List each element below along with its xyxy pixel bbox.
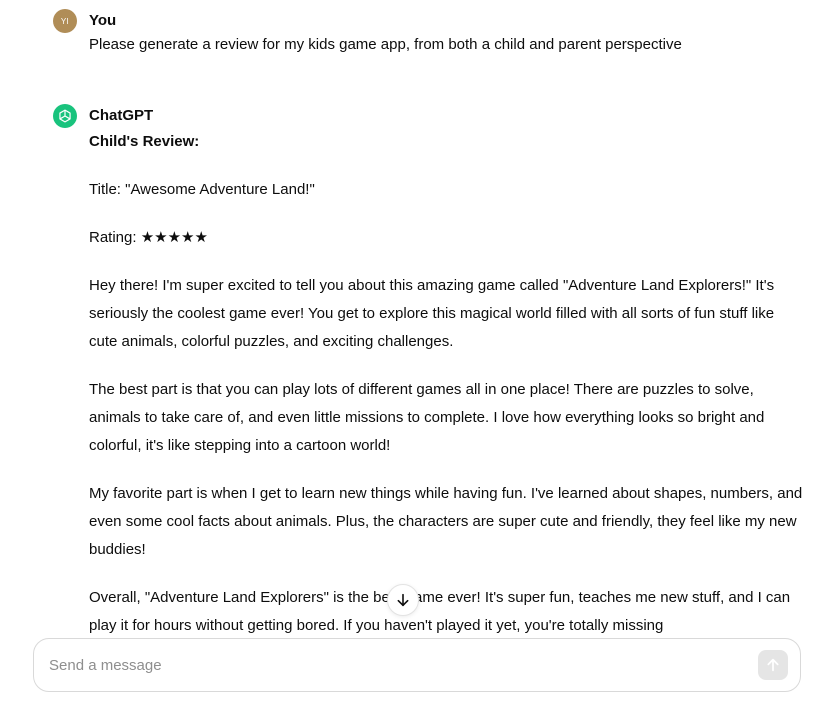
user-avatar: YI [53,9,77,33]
openai-logo-icon [53,104,77,128]
review-paragraph-last: Overall, "Adventure Land Explorers" is t… [89,584,805,640]
review-rating: Rating: ★★★★★ [89,224,805,252]
arrow-up-icon [767,658,779,672]
user-author-name: You [89,12,117,29]
review-heading: Child's Review: [89,133,200,150]
review-paragraph: My favorite part is when I get to learn … [89,485,803,558]
assistant-author-name: ChatGPT [89,107,154,124]
user-message: YI You Please generate a review for my k… [53,9,805,69]
scroll-to-bottom-button[interactable] [387,584,419,616]
arrow-down-icon [397,593,409,607]
rating-label: Rating: [89,229,141,246]
user-avatar-initials: YI [60,16,70,26]
assistant-message: ChatGPT Child's Review: Title: "Awesome … [53,104,805,644]
message-input[interactable] [49,653,729,677]
assistant-message-text: Child's Review: Title: "Awesome Adventur… [89,128,805,660]
last-paragraph-start: Overall, "Adventure Land Explorers" is t… [89,589,374,606]
user-message-text: Please generate a review for my kids gam… [89,36,682,53]
review-title: Title: "Awesome Adventure Land!" [89,181,315,198]
review-paragraph: The best part is that you can play lots … [89,381,765,454]
message-composer [33,638,801,692]
review-paragraph: Hey there! I'm super excited to tell you… [89,277,775,350]
rating-stars: ★★★★★ [140,229,208,246]
send-button[interactable] [758,650,788,680]
